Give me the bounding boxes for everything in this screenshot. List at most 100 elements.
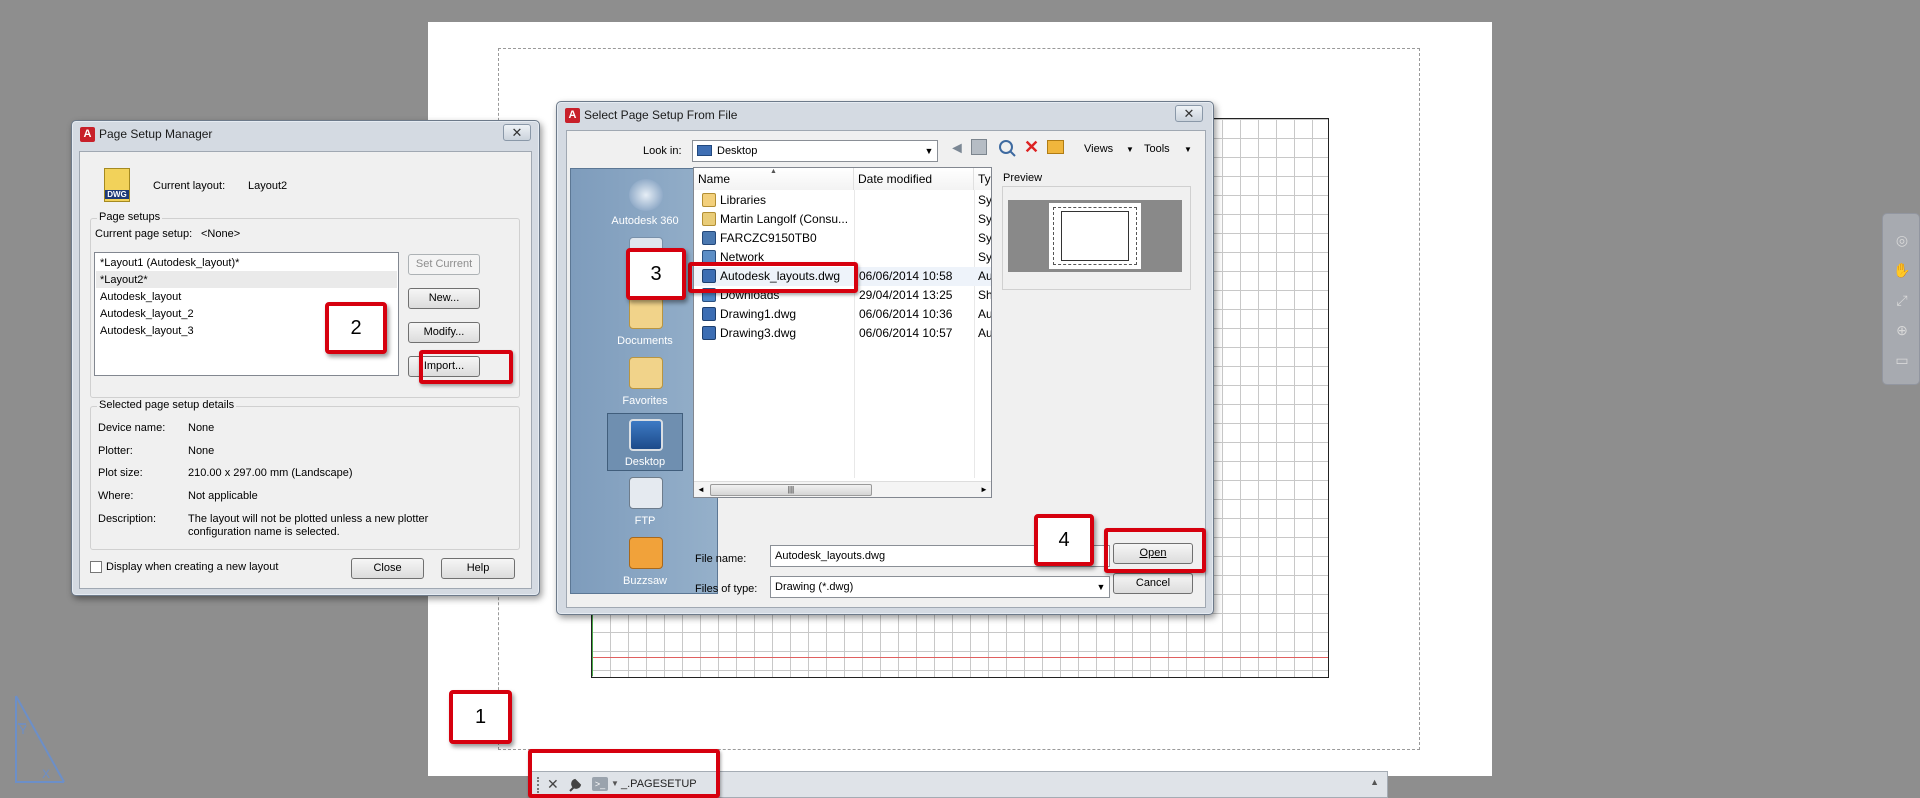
file-date: 06/06/2014 10:58: [859, 269, 953, 283]
buzzsaw-icon[interactable]: [629, 537, 663, 569]
dwg-file-icon: DWG: [104, 168, 130, 202]
command-line-highlight: [528, 749, 720, 798]
autocad-app-icon: A: [565, 108, 580, 123]
back-arrow-icon[interactable]: ◄: [949, 140, 965, 158]
scroll-thumb-grip: |||: [787, 485, 795, 494]
chevron-down-icon: ▼: [1096, 582, 1106, 592]
plotter-label: Plotter:: [98, 445, 133, 457]
modify-button[interactable]: Modify...: [408, 322, 480, 343]
search-web-icon[interactable]: [998, 139, 1016, 157]
set-current-button[interactable]: Set Current: [408, 254, 480, 275]
orbit-icon[interactable]: ⊕: [1893, 322, 1911, 338]
user-folder-icon: [702, 212, 716, 226]
file-row[interactable]: Martin Langolf (Consu... Sy: [694, 210, 991, 229]
steering-wheel-icon[interactable]: ◎: [1893, 232, 1911, 248]
psm-title: Page Setup Manager: [99, 127, 213, 141]
device-name-value: None: [188, 422, 215, 434]
plot-size-label: Plot size:: [98, 467, 143, 479]
autodesk-360-icon[interactable]: [629, 179, 663, 211]
look-in-value: Desktop: [717, 145, 758, 157]
caret-up-icon[interactable]: ▲: [1370, 777, 1379, 787]
look-in-combo[interactable]: Desktop ▼: [692, 140, 938, 162]
look-in-label: Look in:: [643, 145, 682, 157]
spsf-close-icon[interactable]: ✕: [1175, 105, 1203, 122]
tools-menu[interactable]: Tools: [1144, 143, 1170, 155]
views-menu[interactable]: Views: [1084, 143, 1113, 155]
dwg-icon-text: DWG: [105, 190, 129, 199]
dwg-file-icon: [702, 326, 716, 340]
scroll-right-icon[interactable]: ►: [980, 485, 988, 494]
file-name: Libraries: [720, 193, 767, 207]
tools-dropdown-icon[interactable]: ▼: [1184, 145, 1192, 154]
preview-label: Preview: [1003, 172, 1043, 184]
file-type: Au: [978, 307, 992, 321]
description-label: Description:: [98, 513, 157, 525]
horizontal-scrollbar[interactable]: ◄ ||| ►: [694, 481, 991, 497]
favorites-folder-icon[interactable]: [629, 357, 663, 389]
page-setup-item[interactable]: Autodesk_layout: [100, 291, 181, 303]
psm-close-icon[interactable]: ✕: [503, 124, 531, 141]
files-of-type-value: Drawing (*.dwg): [775, 581, 854, 593]
details-group-title: Selected page setup details: [97, 399, 237, 411]
zoom-icon[interactable]: ⤢: [1893, 292, 1911, 308]
drawing-red-line: [592, 657, 1328, 658]
current-page-setup-value: <None>: [201, 228, 241, 240]
file-row[interactable]: FARCZC9150TB0 Sy: [694, 229, 991, 248]
page-setup-item[interactable]: Autodesk_layout_2: [100, 308, 194, 320]
svg-text:X: X: [42, 767, 50, 781]
delete-icon[interactable]: ✕: [1024, 137, 1039, 158]
file-date: 06/06/2014 10:36: [859, 307, 953, 321]
files-of-type-label: Files of type:: [695, 583, 758, 595]
cancel-button[interactable]: Cancel: [1113, 573, 1193, 594]
page-setup-item-selected[interactable]: *Layout2*: [100, 274, 148, 286]
place-ftp[interactable]: FTP: [571, 515, 719, 527]
desktop-icon[interactable]: [629, 419, 663, 451]
callout-4: 4: [1034, 514, 1094, 566]
views-dropdown-icon[interactable]: ▼: [1126, 145, 1134, 154]
ftp-icon[interactable]: [629, 477, 663, 509]
new-folder-icon[interactable]: [1047, 140, 1064, 154]
documents-folder-icon[interactable]: [629, 297, 663, 329]
spsf-title: Select Page Setup From File: [584, 108, 738, 122]
chevron-down-icon: ▼: [924, 146, 934, 156]
page-setup-item[interactable]: Autodesk_layout_3: [100, 325, 194, 337]
file-name: Martin Langolf (Consu...: [720, 212, 849, 226]
file-row[interactable]: Drawing1.dwg 06/06/2014 10:36 Au: [694, 305, 991, 324]
display-when-creating-label[interactable]: Display when creating a new layout: [106, 561, 278, 573]
file-name-value: Autodesk_layouts.dwg: [775, 550, 886, 562]
where-label: Where:: [98, 490, 134, 502]
navigation-bar: ◎ ✋ ⤢ ⊕ ▭: [1882, 213, 1920, 385]
column-date-modified[interactable]: Date modified: [854, 168, 974, 190]
preview-image: [1008, 200, 1182, 272]
close-button[interactable]: Close: [351, 558, 424, 579]
scroll-left-icon[interactable]: ◄: [697, 485, 705, 494]
callout-2: 2: [325, 302, 387, 354]
new-button[interactable]: New...: [408, 288, 480, 309]
up-folder-icon[interactable]: [971, 139, 987, 155]
open-button-highlight: [1104, 528, 1206, 573]
files-of-type-select[interactable]: Drawing (*.dwg) ▼: [770, 576, 1110, 598]
file-name-label: File name:: [695, 553, 747, 565]
computer-icon: [702, 231, 716, 245]
psm-titlebar[interactable]: A Page Setup Manager ✕: [72, 121, 539, 146]
file-row[interactable]: Libraries Sy: [694, 191, 991, 210]
display-when-creating-checkbox[interactable]: [90, 561, 102, 573]
file-list[interactable]: Name ▲ Date modified Ty Libraries Sy Mar…: [693, 167, 992, 498]
file-type: Au: [978, 326, 992, 340]
help-button[interactable]: Help: [441, 558, 515, 579]
callout-3: 3: [626, 248, 686, 300]
preview-border: [1061, 211, 1129, 261]
pan-icon[interactable]: ✋: [1893, 262, 1911, 278]
file-date: 06/06/2014 10:57: [859, 326, 953, 340]
file-row[interactable]: Drawing3.dwg 06/06/2014 10:57 Au: [694, 324, 991, 343]
column-type[interactable]: Ty: [974, 168, 991, 190]
spsf-titlebar[interactable]: A Select Page Setup From File ✕: [557, 102, 1213, 127]
showmotion-icon[interactable]: ▭: [1893, 352, 1911, 368]
description-value: The layout will not be plotted unless a …: [188, 513, 429, 538]
autocad-app-icon: A: [80, 127, 95, 142]
current-layout-value: Layout2: [248, 180, 288, 192]
page-setup-item[interactable]: *Layout1 (Autodesk_layout)*: [100, 257, 239, 269]
scroll-thumb[interactable]: |||: [710, 484, 872, 496]
file-name: FARCZC9150TB0: [720, 231, 817, 245]
current-layout-label: Current layout:: [153, 180, 226, 192]
